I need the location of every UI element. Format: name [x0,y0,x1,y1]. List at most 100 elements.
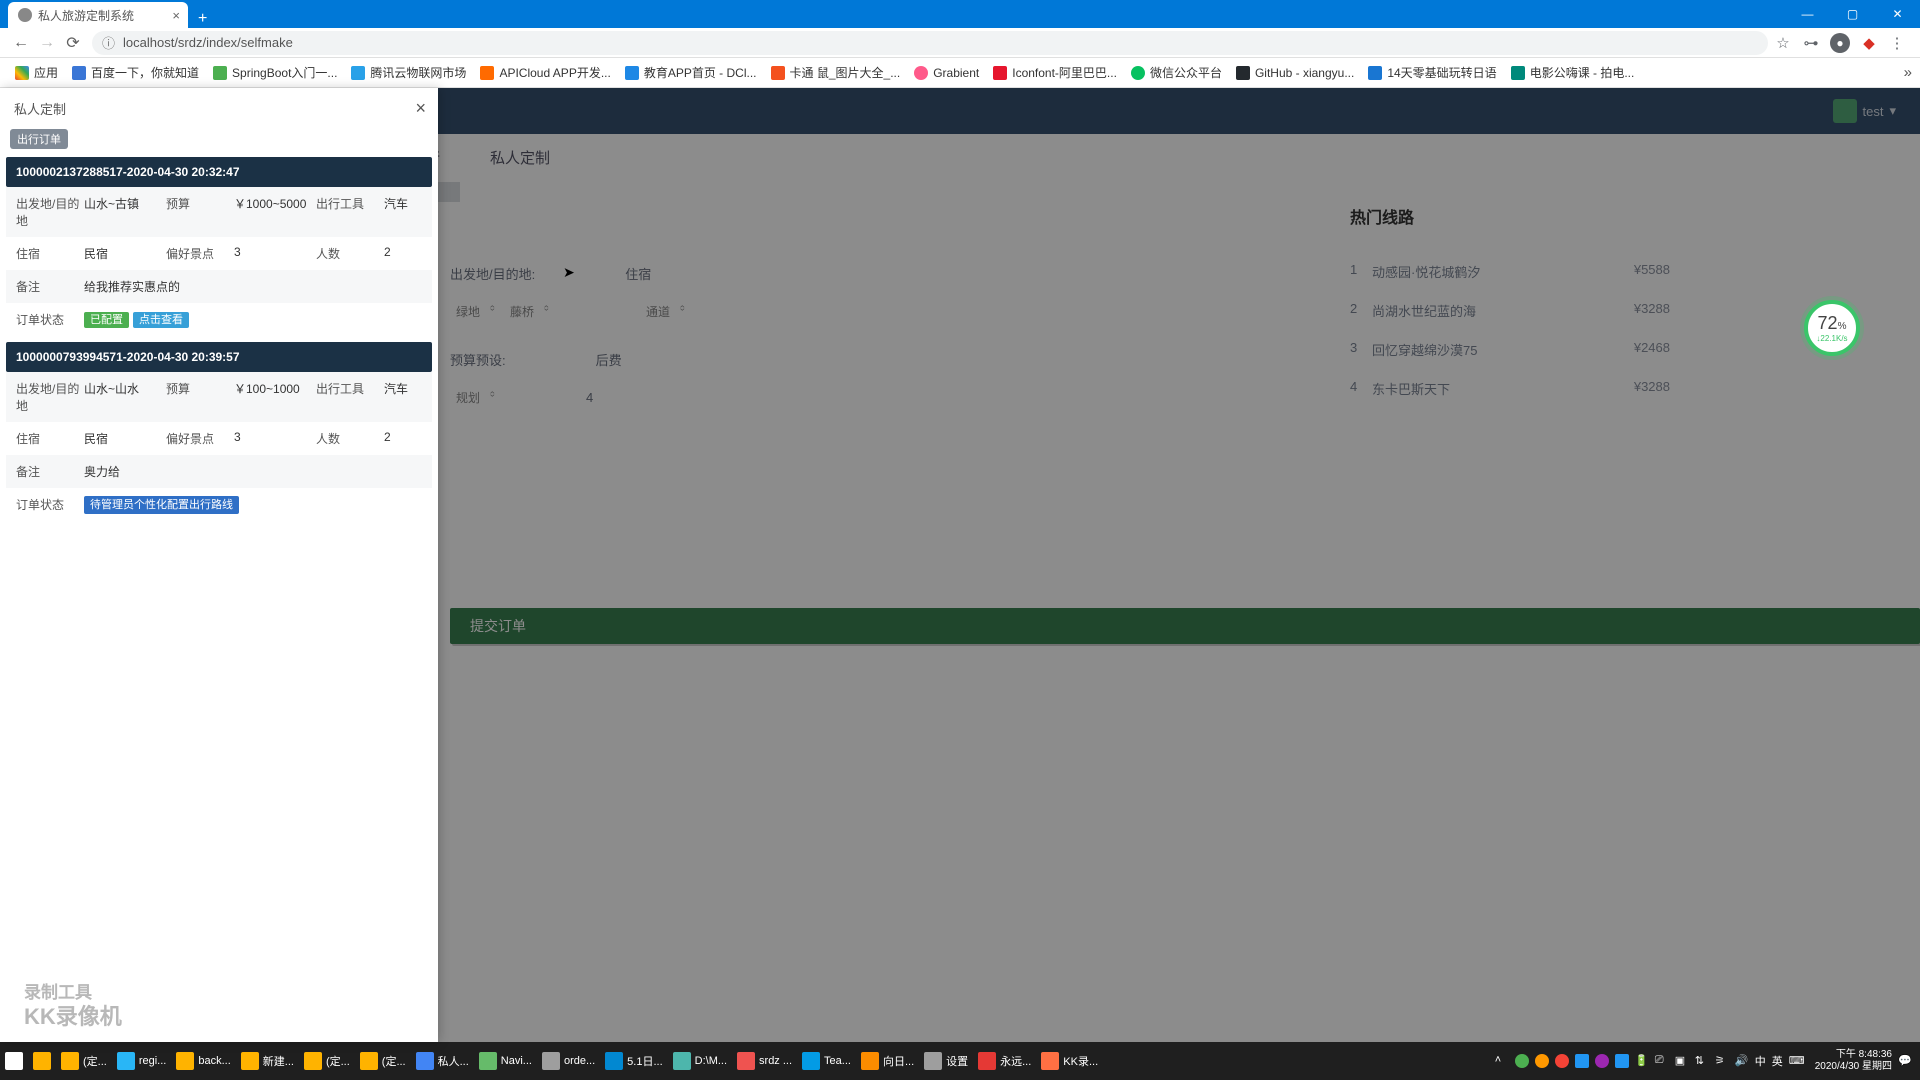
windows-icon [5,1052,23,1070]
ime-indicator[interactable]: 中 [1755,1053,1766,1069]
bookmark-item[interactable]: 微信公众平台 [1124,60,1229,86]
bookmark-item[interactable]: 卡通 鼠_图片大全_... [764,60,908,86]
profile-icon[interactable]: ● [1830,33,1850,53]
url-input[interactable]: ⓘ localhost/srdz/index/selfmake [92,31,1768,55]
bookmark-item[interactable]: 14天零基础玩转日语 [1361,60,1503,86]
order-row: 订单状态待管理员个性化配置出行路线 [6,488,432,521]
taskbar-app[interactable]: 永远... [973,1042,1036,1080]
taskbar-app-label: Navi... [501,1055,532,1067]
tray-icon[interactable] [1515,1054,1529,1068]
apps-button[interactable]: 应用 [8,60,65,86]
bookmark-item[interactable]: Grabient [907,60,986,86]
taskbar-app[interactable]: Tea... [797,1042,856,1080]
taskbar-clock[interactable]: 下午 8:48:36 2020/4/30 星期四 [1809,1049,1892,1073]
bookmark-item[interactable]: 教育APP首页 - DCl... [618,60,764,86]
bookmark-item[interactable]: Iconfont-阿里巴巴... [986,60,1124,86]
network-icon[interactable]: ⇅ [1695,1054,1709,1068]
taskbar-app-label: 设置 [946,1053,968,1069]
tray-icon[interactable] [1575,1054,1589,1068]
forward-button[interactable]: → [34,30,60,56]
order-row: 订单状态已配置点击查看 [6,303,432,336]
taskbar-app[interactable]: Navi... [474,1042,537,1080]
site-info-icon[interactable]: ⓘ [102,33,115,52]
notifications-icon[interactable]: 💬 [1898,1054,1912,1068]
wifi-icon[interactable]: ⚞ [1715,1054,1729,1068]
cell-value: 给我推荐实惠点的 [84,278,422,295]
key-icon[interactable]: ⊶ [1802,34,1820,52]
window-controls: — ▢ ✕ [1785,0,1920,28]
bookmark-item[interactable]: GitHub - xiangyu... [1229,60,1361,86]
cell-value: 山水~山水 [84,380,166,414]
new-tab-button[interactable]: + [188,10,217,28]
bluetooth-icon[interactable] [1615,1054,1629,1068]
tray-icon[interactable] [1535,1054,1549,1068]
taskbar-app-label: 永远... [1000,1053,1031,1069]
taskbar-app-label: 向日... [883,1053,914,1069]
taskbar-app[interactable]: 私人... [411,1042,474,1080]
tray-icon[interactable]: ▣ [1675,1054,1689,1068]
status-tag[interactable]: 待管理员个性化配置出行路线 [84,496,239,514]
taskbar-app[interactable]: 向日... [856,1042,919,1080]
tray-icon[interactable] [1555,1054,1569,1068]
close-tab-icon[interactable]: × [172,8,180,23]
taskbar-app[interactable]: regi... [112,1042,172,1080]
tray-icon[interactable]: ⎚ [1655,1054,1669,1068]
taskbar-file-explorer[interactable] [28,1042,56,1080]
status-tag[interactable]: 点击查看 [133,312,189,328]
bookmark-item[interactable]: 百度一下，你就知道 [65,60,206,86]
taskbar-app[interactable]: (定... [299,1042,355,1080]
cell-value: 3 [234,245,316,262]
bookmarks-overflow-icon[interactable]: » [1904,64,1912,81]
taskbar-app[interactable]: D:\M... [668,1042,732,1080]
star-icon[interactable]: ☆ [1774,34,1792,52]
bookmark-label: Iconfont-阿里巴巴... [1012,64,1117,81]
cell-value: 2 [384,430,466,447]
cell-label: 住宿 [16,245,84,262]
drawer-title: 私人定制 [14,99,66,118]
taskbar-app[interactable]: orde... [537,1042,600,1080]
taskbar-app[interactable]: 新建... [236,1042,299,1080]
cell-label: 订单状态 [16,496,84,513]
close-window-button[interactable]: ✕ [1875,0,1920,28]
maximize-button[interactable]: ▢ [1830,0,1875,28]
taskbar-app[interactable]: 5.1日... [600,1042,667,1080]
taskbar-app-icon [924,1052,942,1070]
reload-button[interactable]: ⟳ [60,30,86,56]
taskbar-app[interactable]: srdz ... [732,1042,797,1080]
taskbar-app-icon [1041,1052,1059,1070]
bookmark-item[interactable]: 电影公嗨课 - 拍电... [1504,60,1642,86]
volume-icon[interactable]: 🔊 [1735,1054,1749,1068]
speed-badge[interactable]: 72% ↓22.1K/s [1804,300,1860,356]
minimize-button[interactable]: — [1785,0,1830,28]
ime-indicator[interactable]: 英 [1772,1053,1783,1069]
order-row: 住宿民宿偏好景点3人数2 [6,422,432,455]
bookmark-icon [914,66,928,80]
tray-up-icon[interactable]: ˄ [1495,1054,1509,1068]
cell-label: 住宿 [16,430,84,447]
taskbar-app[interactable]: (定... [355,1042,411,1080]
status-tag[interactable]: 已配置 [84,312,129,328]
cell-value: 汽车 [384,380,466,414]
cell-value: 已配置点击查看 [84,311,422,328]
ime-icon[interactable]: ⌨ [1789,1054,1803,1068]
taskbar-app-label: 新建... [263,1053,294,1069]
order-header: 1000002137288517-2020-04-30 20:32:47 [6,157,432,187]
speed-sub: ↓22.1K/s [1816,334,1847,343]
taskbar-app[interactable]: back... [171,1042,235,1080]
bookmark-item[interactable]: APICloud APP开发... [473,60,617,86]
back-button[interactable]: ← [8,30,34,56]
menu-icon[interactable]: ⋮ [1888,34,1906,52]
extension-icon[interactable]: ◆ [1860,34,1878,52]
apps-icon [15,66,29,80]
bookmark-item[interactable]: SpringBoot入门一... [206,60,344,86]
taskbar-app[interactable]: (定... [56,1042,112,1080]
cell-value: 汽车 [384,195,466,229]
taskbar-app[interactable]: KK录... [1036,1042,1103,1080]
tray-icon[interactable] [1595,1054,1609,1068]
taskbar-app[interactable]: 设置 [919,1042,973,1080]
bookmark-item[interactable]: 腾讯云物联网市场 [344,60,473,86]
close-drawer-button[interactable]: × [415,98,426,119]
battery-icon[interactable]: 🔋 [1635,1054,1649,1068]
browser-tab[interactable]: 私人旅游定制系统 × [8,2,188,28]
start-button[interactable] [0,1042,28,1080]
